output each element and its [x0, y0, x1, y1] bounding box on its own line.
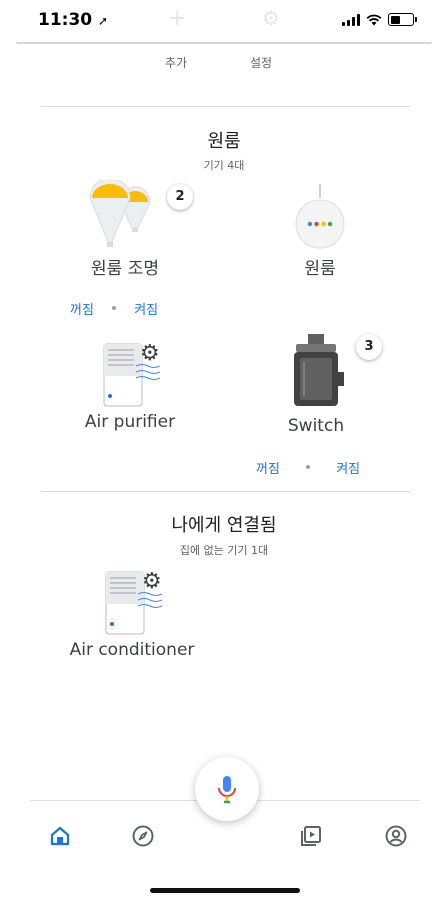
status-icons — [342, 13, 417, 26]
signal-icon — [342, 13, 360, 26]
battery-icon — [388, 13, 417, 26]
media-icon — [301, 826, 321, 846]
device-count-badge: 3 — [356, 334, 382, 360]
switch-on-button[interactable]: 켜짐 — [336, 458, 360, 477]
room-title: 원룸 — [207, 131, 241, 152]
light-onoff-controls: 꺼짐 • 켜짐 — [70, 299, 158, 319]
device-name: Switch — [287, 416, 345, 436]
device-room-light[interactable]: 2 원룸 조명 — [35, 177, 215, 279]
device-name: 원룸 — [304, 259, 336, 279]
nav-discover[interactable] — [129, 822, 157, 850]
light-bulb-icon — [70, 177, 180, 250]
device-air-conditioner[interactable]: ⚙ Air conditioner — [42, 566, 222, 660]
light-off-button[interactable]: 꺼짐 — [70, 299, 94, 318]
nav-account[interactable] — [382, 822, 410, 850]
device-air-purifier[interactable]: ⚙ Air purifier — [40, 338, 220, 432]
svg-text:⚙: ⚙ — [142, 569, 162, 594]
switch-device-icon — [286, 332, 346, 412]
smart-speaker-icon — [290, 184, 350, 250]
device-count-badge: 2 — [167, 184, 193, 210]
home-indicator[interactable] — [150, 888, 300, 893]
linked-title: 나에게 연결됨 — [171, 515, 277, 536]
device-name: Air conditioner — [69, 640, 195, 660]
settings-label[interactable]: 설정 — [250, 54, 272, 71]
separator-dot: • — [109, 300, 119, 317]
wifi-icon — [366, 14, 382, 25]
section-divider — [41, 491, 410, 492]
room-subtitle: 기기 4대 — [203, 159, 245, 172]
switch-onoff-controls: 꺼짐 • 켜짐 — [256, 458, 360, 478]
device-room-speaker[interactable]: 원룸 — [230, 184, 410, 279]
device-name: 원룸 조명 — [91, 259, 159, 279]
svg-text:⚙: ⚙ — [140, 341, 160, 366]
section-divider — [41, 106, 410, 107]
light-on-button[interactable]: 켜짐 — [134, 299, 158, 318]
microphone-icon — [218, 776, 236, 804]
nav-media[interactable] — [297, 822, 325, 850]
switch-off-button[interactable]: 꺼짐 — [256, 458, 280, 477]
gear-icon: ⚙ — [262, 6, 280, 30]
compass-icon — [132, 825, 154, 847]
separator-dot: • — [303, 459, 313, 476]
status-time: 11:30 ➚ — [38, 10, 109, 30]
linked-subtitle: 집에 없는 기기 1대 — [179, 544, 269, 557]
account-icon — [385, 825, 407, 847]
air-purifier-icon: ⚙ — [100, 338, 161, 408]
add-label[interactable]: 추가 — [165, 54, 187, 71]
location-arrow-icon: ➚ — [98, 14, 109, 28]
header-divider — [16, 42, 432, 44]
nav-home[interactable] — [46, 822, 74, 850]
add-icon: + — [168, 6, 187, 31]
home-icon — [50, 826, 70, 846]
air-conditioner-icon: ⚙ — [102, 566, 163, 636]
device-switch[interactable]: 3 Switch — [226, 332, 406, 436]
device-name: Air purifier — [84, 412, 176, 432]
status-bar: 11:30 ➚ + ⚙ — [0, 0, 448, 44]
voice-assistant-button[interactable] — [195, 757, 259, 821]
